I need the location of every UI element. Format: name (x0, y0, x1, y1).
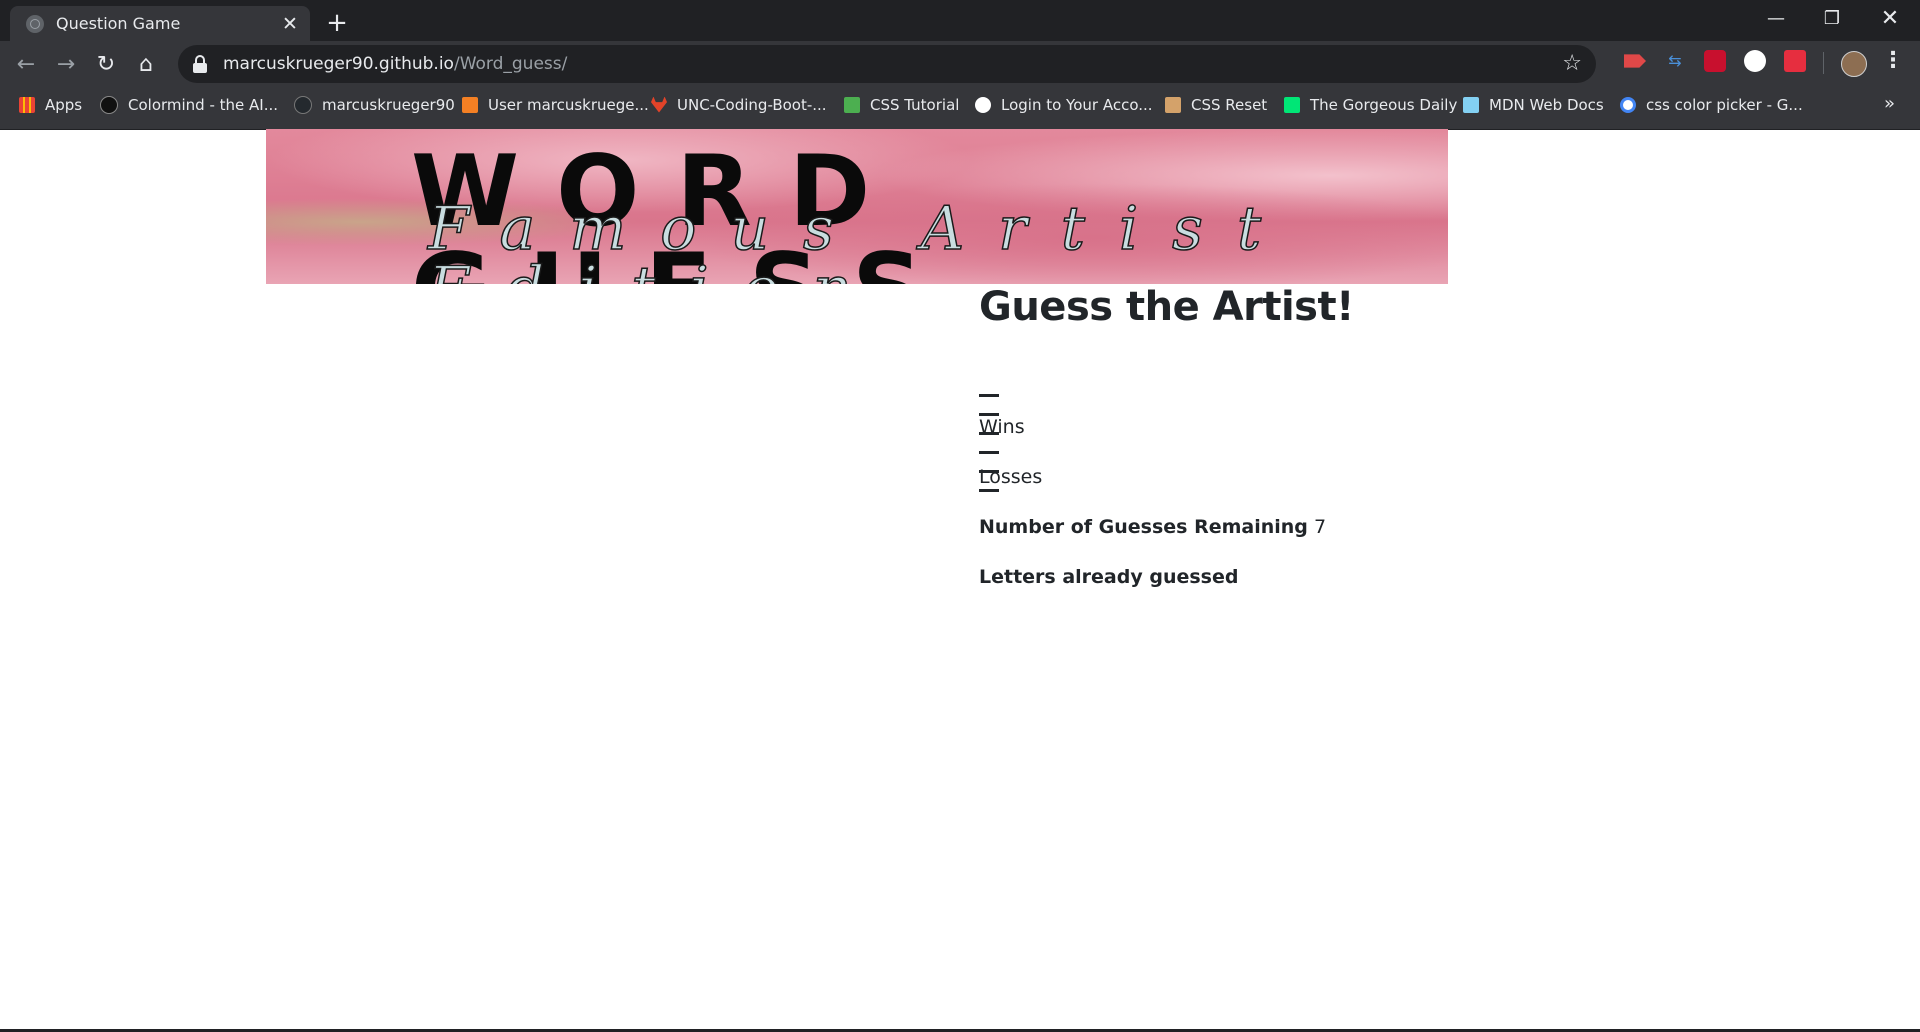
close-window-button[interactable]: ✕ (1862, 0, 1918, 41)
bookmark-stackoverflow[interactable]: User marcuskruege... (462, 88, 649, 121)
w3schools-icon (844, 96, 860, 113)
guesses-remaining: Number of Guesses Remaining 7 (979, 516, 1326, 538)
url-host: marcuskrueger90.github.io (223, 54, 454, 74)
maximize-button[interactable]: ❐ (1804, 0, 1860, 41)
home-button[interactable]: ⌂ (128, 47, 164, 83)
tab-close-icon[interactable]: ✕ (276, 13, 304, 35)
globe-icon (975, 96, 991, 113)
address-bar[interactable]: marcuskrueger90.github.io/Word_guess/ ☆ (178, 45, 1596, 83)
new-tab-button[interactable]: + (322, 8, 352, 38)
lock-icon[interactable] (193, 55, 207, 73)
apps-grid-icon (19, 96, 35, 113)
mdn-icon (1463, 96, 1479, 113)
gorgeous-daily-icon (1284, 96, 1300, 113)
page-title: Guess the Artist! (979, 284, 1354, 330)
bookmark-apps[interactable]: Apps (19, 88, 82, 121)
url-text[interactable]: marcuskrueger90.github.io/Word_guess/ (223, 54, 567, 74)
bookmark-star-icon[interactable]: ☆ (1562, 51, 1582, 76)
losses-label: Losses (979, 466, 1043, 488)
browser-titlebar: Question Game ✕ + — ❐ ✕ (0, 0, 1920, 41)
letters-guessed: Letters already guessed (979, 566, 1238, 588)
bookmark-github[interactable]: marcuskrueger90 (294, 88, 455, 121)
wins-label: Wins (979, 416, 1025, 438)
profile-avatar[interactable] (1841, 51, 1867, 77)
bookmark-css-reset[interactable]: CSS Reset (1165, 88, 1267, 121)
chrome-menu-icon[interactable]: ⋮ (1882, 48, 1904, 73)
letter-blank (979, 489, 999, 492)
forward-button[interactable]: → (48, 47, 84, 83)
letters-guessed-label: Letters already guessed (979, 566, 1239, 588)
letter-blank (979, 451, 999, 454)
bookmark-colormind[interactable]: Colormind - the AI... (100, 88, 278, 121)
colormind-icon (100, 95, 118, 114)
css-reset-icon (1165, 96, 1181, 113)
stackoverflow-icon (462, 96, 478, 113)
tab-title: Question Game (56, 14, 181, 33)
word-guess-banner: WORD GUESS Famous Artist Edition (266, 129, 1448, 284)
bookmarks-bar: Apps Colormind - the AI... marcuskrueger… (0, 88, 1920, 130)
url-path: /Word_guess/ (453, 54, 568, 74)
google-icon (1620, 96, 1636, 113)
wins-counter: Wins (979, 416, 1025, 438)
guesses-value: 7 (1313, 516, 1327, 538)
extension-link-icon[interactable]: ⇆ (1664, 50, 1686, 72)
back-button[interactable]: ← (8, 47, 44, 83)
github-icon (294, 95, 312, 114)
extension-circle-icon[interactable] (1744, 50, 1766, 72)
bookmark-gorgeous-daily[interactable]: The Gorgeous Daily (1284, 88, 1457, 121)
word-blanks (979, 382, 1013, 492)
bookmark-css-tutorial[interactable]: CSS Tutorial (844, 88, 959, 121)
bookmark-gitlab[interactable]: UNC-Coding-Boot-... (651, 88, 827, 121)
banner-subtitle: Famous Artist Edition (427, 194, 1296, 284)
bookmark-login[interactable]: Login to Your Acco... (975, 88, 1153, 121)
bookmark-css-color-picker[interactable]: css color picker - G... (1620, 88, 1803, 121)
bookmark-mdn[interactable]: MDN Web Docs (1463, 88, 1604, 121)
gitlab-icon (651, 96, 667, 113)
losses-counter: Losses (979, 466, 1042, 488)
extension-pocket-icon[interactable] (1784, 50, 1806, 72)
bookmarks-overflow-icon[interactable]: » (1884, 93, 1895, 114)
browser-tab[interactable]: Question Game ✕ (10, 6, 310, 41)
letter-blank (979, 394, 999, 397)
guesses-label: Number of Guesses Remaining (979, 516, 1308, 538)
toolbar-divider (1823, 52, 1824, 74)
reload-button[interactable]: ↻ (88, 47, 124, 83)
extension-pdf-icon[interactable] (1704, 50, 1726, 72)
minimize-button[interactable]: — (1748, 0, 1804, 41)
globe-icon (26, 14, 44, 33)
